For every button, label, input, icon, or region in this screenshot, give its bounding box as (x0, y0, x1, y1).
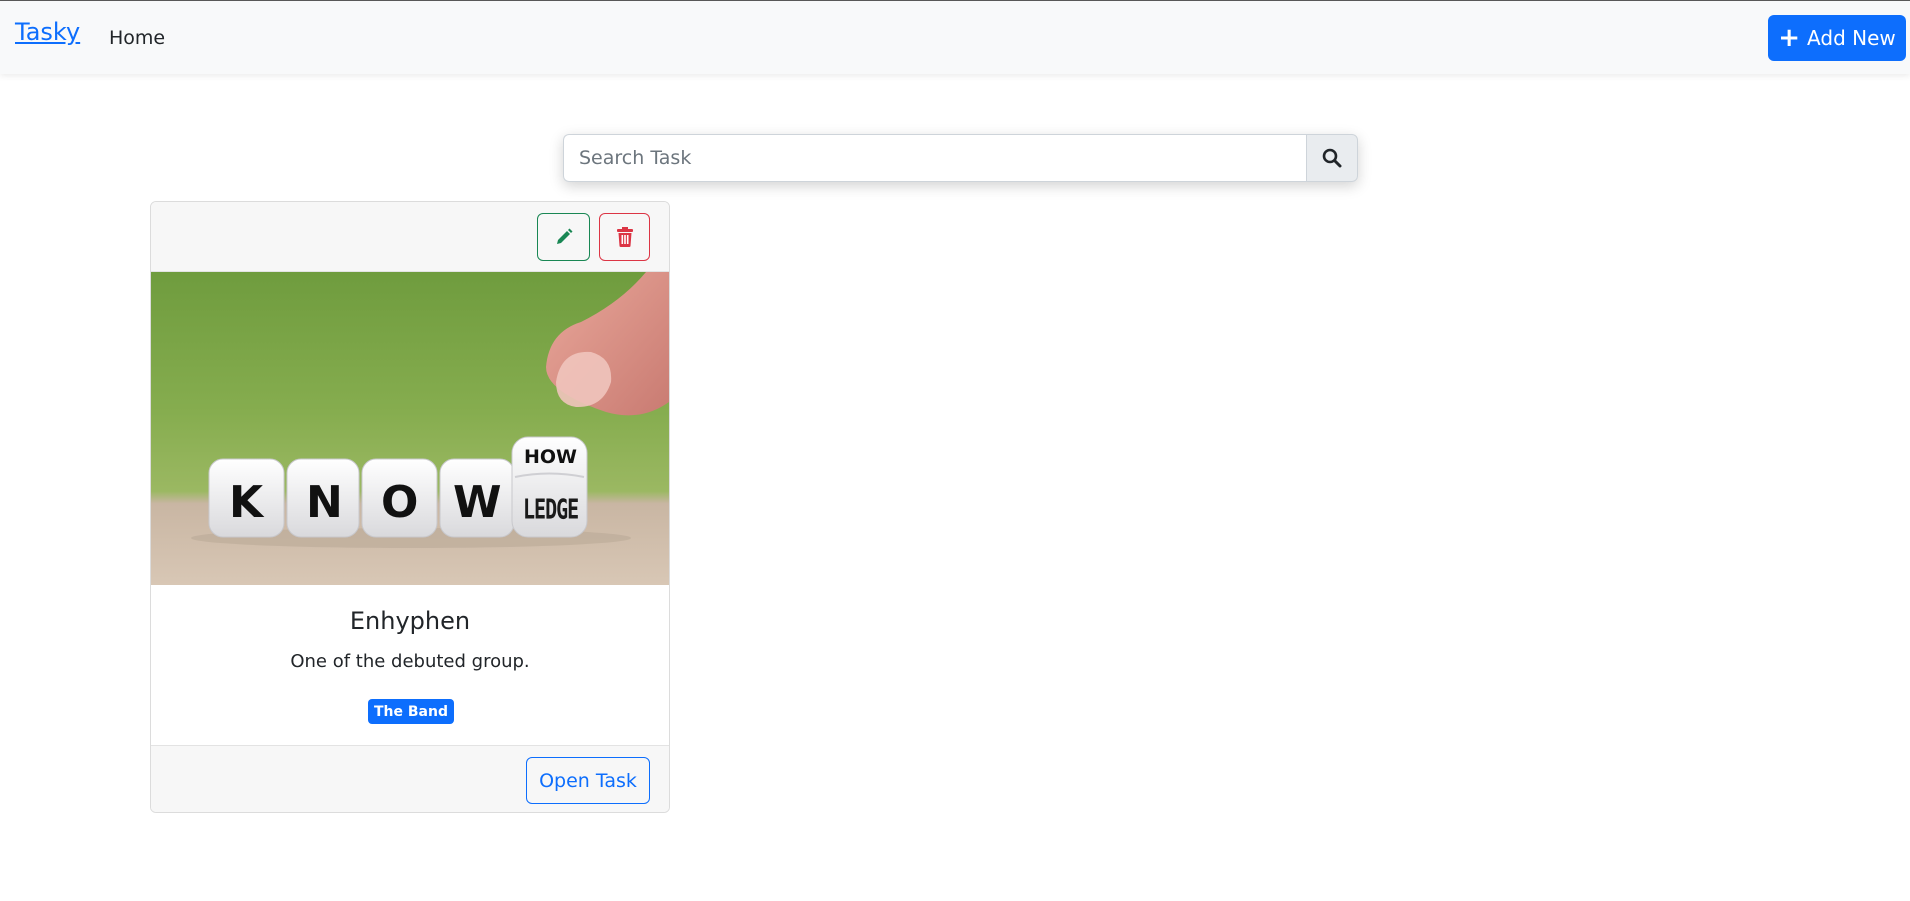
card-body: Enhyphen One of the debuted group. The B… (151, 585, 669, 745)
search-button[interactable] (1306, 134, 1358, 182)
trash-icon (616, 227, 633, 247)
task-card: K N O W HOW LEDGE Enhyphen One of the de… (150, 201, 670, 813)
dice-letter-k: K (229, 477, 264, 528)
dice-text-ledge: LEDGE (523, 492, 579, 526)
brand-logo-link[interactable]: Tasky (15, 18, 80, 46)
search-input[interactable] (563, 134, 1306, 182)
plus-icon: + (1778, 23, 1801, 53)
dice-letter-w: W (453, 477, 502, 528)
dice-letter-n: N (306, 477, 343, 528)
add-new-button[interactable]: + Add New (1768, 15, 1906, 61)
task-image: K N O W HOW LEDGE (151, 272, 669, 585)
open-task-button[interactable]: Open Task (526, 757, 650, 804)
dice-letter-o: O (381, 477, 419, 528)
dice-text-how: HOW (524, 446, 578, 468)
card-footer: Open Task (151, 745, 669, 812)
edit-task-button[interactable] (537, 213, 590, 261)
search-icon (1322, 148, 1342, 168)
add-new-label: Add New (1807, 26, 1896, 50)
navbar: Tasky Home + Add New (0, 1, 1910, 74)
search-bar (563, 134, 1358, 182)
card-header (151, 202, 669, 272)
nav-home-link[interactable]: Home (109, 27, 165, 49)
task-title: Enhyphen (349, 607, 471, 635)
task-description: One of the debuted group. (290, 651, 530, 672)
pencil-icon (556, 228, 572, 244)
task-tag-badge: The Band (368, 699, 454, 724)
delete-task-button[interactable] (599, 213, 650, 261)
knowledge-dice-illustration (191, 272, 669, 548)
